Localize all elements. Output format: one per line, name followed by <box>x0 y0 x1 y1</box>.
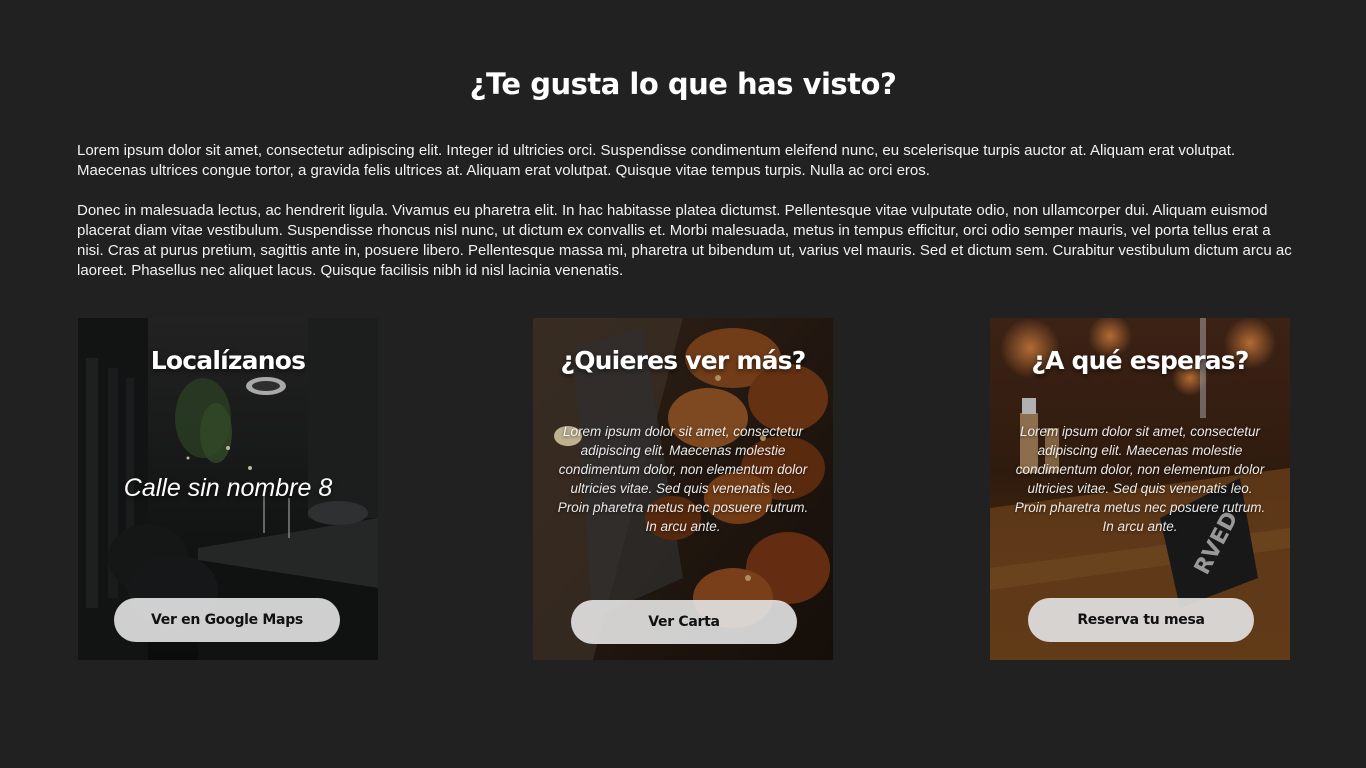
intro-paragraph: Donec in malesuada lectus, ac hendrerit … <box>77 202 1292 279</box>
address-text: Calle sin nombre 8 <box>123 474 333 502</box>
intro-text: Lorem ipsum dolor sit amet, consectetur … <box>77 141 1293 301</box>
menu-button[interactable]: Ver Carta <box>571 600 797 644</box>
card-title: ¿A qué esperas? <box>1031 346 1249 375</box>
google-maps-button[interactable]: Ver en Google Maps <box>114 598 340 642</box>
reservation-card: RVED ¿A qué esperas? Lorem ipsum dolor s… <box>990 318 1290 660</box>
menu-card: ¿Quieres ver más? Lorem ipsum dolor sit … <box>533 318 833 660</box>
location-card: Localízanos Calle sin nombre 8 Ver en Go… <box>78 318 378 660</box>
card-title: Localízanos <box>150 346 306 375</box>
card-description: Lorem ipsum dolor sit amet, consectetur … <box>557 424 809 534</box>
card-title: ¿Quieres ver más? <box>560 346 807 375</box>
card-description: Lorem ipsum dolor sit amet, consectetur … <box>1014 424 1266 534</box>
intro-paragraph: Lorem ipsum dolor sit amet, consectetur … <box>77 142 1236 179</box>
reserve-table-button[interactable]: Reserva tu mesa <box>1028 598 1254 642</box>
section-title: ¿Te gusta lo que has visto? <box>469 67 897 101</box>
